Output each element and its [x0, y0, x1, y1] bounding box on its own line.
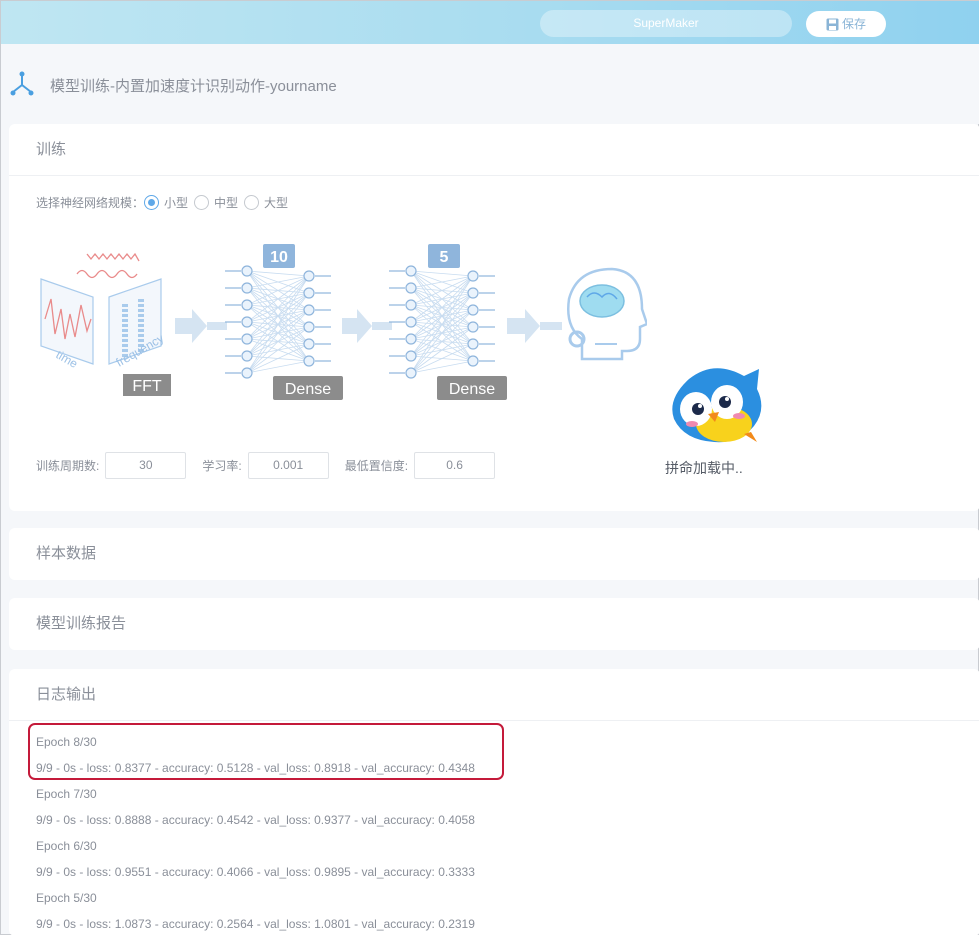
dense-layer-2-icon: [389, 265, 495, 379]
flow-arrow-icon: [342, 309, 372, 343]
dense-layer-2-label: Dense: [449, 381, 495, 398]
brain-head-icon: [567, 267, 647, 361]
learning-rate-label: 学习率:: [202, 459, 242, 473]
highlight-box: [28, 723, 504, 780]
dense-layer-1-units: 10: [270, 249, 288, 266]
sample-data-header[interactable]: 样本数据: [9, 528, 979, 580]
log-line: 9/9 - 0s - loss: 1.0873 - accuracy: 0.25…: [36, 917, 475, 931]
top-bar: SuperMaker 保存: [1, 1, 979, 44]
scale-option-large[interactable]: 大型: [244, 194, 288, 211]
log-line: Epoch 7/30: [36, 787, 97, 801]
save-button[interactable]: 保存: [806, 11, 886, 37]
training-report-panel[interactable]: 模型训练报告: [9, 598, 979, 650]
scale-option-large-label: 大型: [264, 196, 289, 210]
log-line: Epoch 5/30: [36, 891, 97, 905]
log-output-panel: 日志输出 Epoch 8/30 9/9 - 0s - loss: 0.8377 …: [9, 669, 979, 935]
epochs-label: 训练周期数:: [36, 459, 100, 473]
save-button-label: 保存: [841, 17, 866, 31]
save-icon: [826, 18, 839, 31]
dense-layer-1-icon: [225, 265, 331, 379]
radio-checked-icon: [144, 195, 160, 210]
flow-arrow-icon: [175, 309, 207, 343]
epochs-input[interactable]: 30: [105, 452, 187, 479]
dense-layer-2-units: 5: [440, 249, 449, 266]
training-header: 训练: [9, 124, 979, 176]
page-header: 模型训练-内置加速度计识别动作-yourname: [1, 44, 979, 124]
training-params: 训练周期数: 30 学习率: 0.001 最低置信度: 0.6: [36, 452, 511, 479]
learning-rate-input[interactable]: 0.001: [247, 452, 329, 479]
network-scale-row: 选择神经网络规模： 小型 中型 大型: [36, 194, 294, 211]
app-name-pill: SuperMaker: [540, 10, 792, 37]
log-line: Epoch 6/30: [36, 839, 97, 853]
flow-arrow-icon: [507, 309, 540, 343]
fft-block-icon: FFT time frequency: [40, 252, 171, 396]
scale-option-medium[interactable]: 中型: [194, 194, 238, 211]
log-line: 9/9 - 0s - loss: 0.9551 - accuracy: 0.40…: [36, 865, 475, 879]
page-title: 模型训练-内置加速度计识别动作-yourname: [50, 78, 337, 95]
min-confidence-label: 最低置信度:: [344, 459, 409, 473]
scale-option-small-label: 小型: [164, 196, 189, 210]
network-scale-label: 选择神经网络规模：: [36, 196, 145, 210]
loading-text: 拼命加载中..: [665, 460, 743, 476]
fft-label: FFT: [132, 378, 162, 395]
scale-option-medium-label: 中型: [214, 196, 239, 210]
radio-unchecked-icon: [244, 195, 260, 210]
loading-bird-icon: [672, 368, 762, 443]
radio-unchecked-icon: [194, 195, 210, 210]
min-confidence-input[interactable]: 0.6: [414, 452, 496, 479]
scale-option-small[interactable]: 小型: [144, 194, 188, 211]
training-panel: 训练 选择神经网络规模： 小型 中型 大型 FFT time frequency…: [9, 124, 979, 511]
log-output-header: 日志输出: [9, 669, 979, 721]
sample-data-panel[interactable]: 样本数据: [9, 528, 979, 580]
log-line: 9/9 - 0s - loss: 0.8888 - accuracy: 0.45…: [36, 813, 475, 827]
network-diagram: FFT time frequency 10 Dense 5 Dense: [40, 244, 647, 400]
training-report-header[interactable]: 模型训练报告: [9, 598, 979, 650]
dense-layer-1-label: Dense: [285, 381, 331, 398]
model-logo-icon: [10, 71, 34, 96]
